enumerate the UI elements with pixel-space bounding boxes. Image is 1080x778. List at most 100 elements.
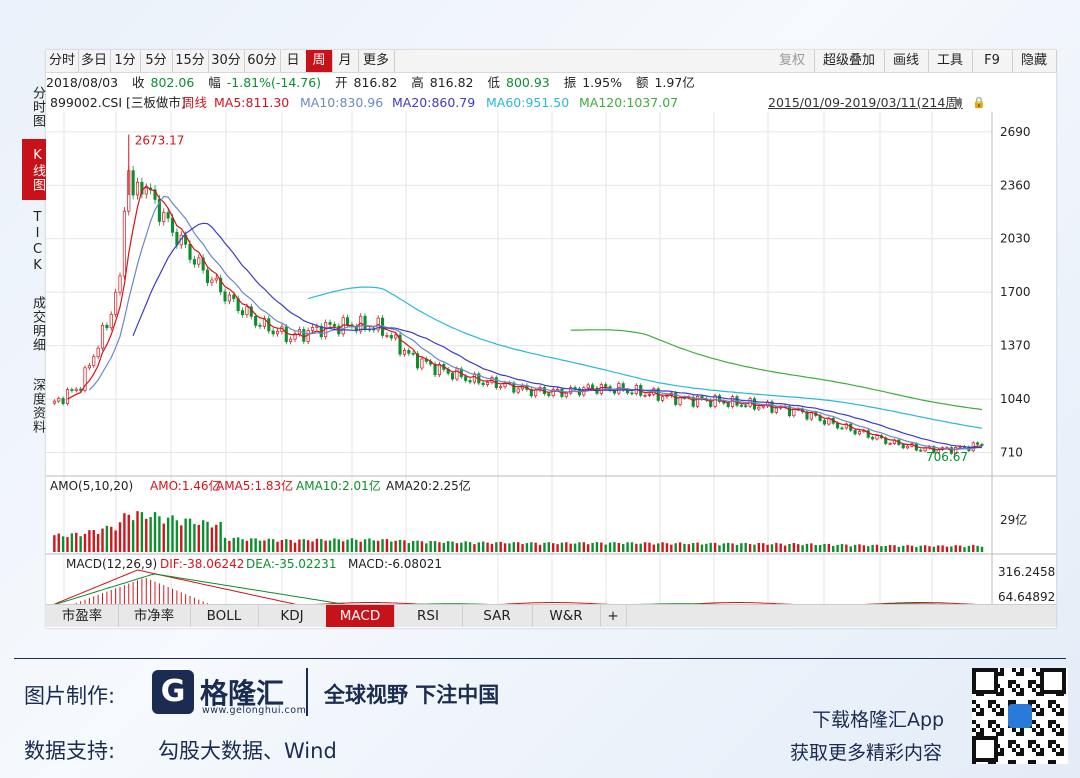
- qr-module: [1008, 700, 1012, 704]
- period-tab-3[interactable]: 5分: [140, 50, 173, 72]
- tool-button-5[interactable]: 隐藏: [1012, 50, 1057, 72]
- info-low: 800.93: [506, 75, 550, 90]
- candle-body-166: [774, 407, 778, 413]
- amo-bar-25: [158, 516, 161, 552]
- amo-bar-176: [818, 545, 822, 552]
- amo-bar-140: [661, 542, 664, 552]
- left-nav-item-2[interactable]: TICK: [22, 202, 46, 282]
- period-tab-9[interactable]: 月: [332, 50, 359, 72]
- amo-bar-105: [508, 543, 511, 552]
- info-date: 2018/08/03: [46, 75, 119, 90]
- amo-bar-174: [810, 543, 813, 552]
- period-tab-1[interactable]: 多日: [78, 50, 111, 72]
- qr-module: [1036, 704, 1040, 708]
- qr-module: [1016, 752, 1020, 756]
- indicator-tab-0[interactable]: 市盈率: [46, 605, 119, 627]
- date-range[interactable]: 2015/01/09-2019/03/11(214周): [768, 94, 963, 112]
- qr-module: [1016, 684, 1020, 688]
- amo-bar-133: [630, 542, 634, 552]
- qr-module: [1060, 728, 1064, 732]
- indicator-tab-3[interactable]: KDJ: [258, 605, 327, 627]
- annotation-high: 2673.17: [135, 134, 185, 148]
- qr-module: [976, 732, 980, 736]
- candle-body-81: [402, 350, 406, 355]
- amo-bar-53: [280, 539, 284, 552]
- period-tab-6[interactable]: 60分: [244, 50, 281, 72]
- candle-body-107: [516, 388, 520, 393]
- candle-body-127: [604, 384, 608, 387]
- range-dropdown-icon[interactable]: ▼: [954, 94, 962, 112]
- tool-button-2[interactable]: 画线: [884, 50, 929, 72]
- candle-body-68: [345, 317, 350, 326]
- period-tab-8[interactable]: 周: [306, 50, 333, 72]
- left-nav-item-4[interactable]: 深度资料: [22, 366, 46, 446]
- qr-code-icon: [972, 668, 1068, 764]
- candle-body-177: [822, 420, 827, 425]
- qr-module: [1056, 744, 1060, 748]
- amo-bar-151: [709, 542, 712, 552]
- brand-logo-icon: G: [152, 670, 194, 714]
- period-tab-7[interactable]: 日: [280, 50, 307, 72]
- amo-bar-125: [595, 542, 599, 552]
- qr-module: [1012, 700, 1016, 704]
- period-tab-10[interactable]: 更多: [358, 50, 395, 72]
- candle-body-58: [302, 329, 306, 342]
- amo-bar-83: [411, 541, 415, 552]
- candle-body-137: [647, 393, 652, 396]
- period-tab-4[interactable]: 15分: [172, 50, 209, 72]
- indicator-tab-5[interactable]: RSI: [394, 605, 463, 627]
- qr-module: [1036, 752, 1040, 756]
- qr-module: [1008, 740, 1012, 744]
- amo-bar-186: [862, 545, 866, 552]
- period-tab-0[interactable]: 分时: [46, 50, 79, 72]
- ma10-value: MA10:830.96: [300, 95, 384, 110]
- amo-bar-134: [635, 543, 638, 552]
- amo-bar-103: [499, 541, 502, 552]
- tool-button-3[interactable]: 工具: [928, 50, 973, 72]
- amo-bar-71: [359, 541, 362, 552]
- amo-bar-97: [473, 544, 476, 552]
- indicator-tab-6[interactable]: SAR: [462, 605, 533, 627]
- amo-bar-109: [525, 543, 529, 552]
- tool-button-1[interactable]: 超级叠加: [814, 50, 885, 72]
- left-nav-item-3[interactable]: 成交明细: [22, 284, 46, 364]
- qr-module: [976, 724, 980, 728]
- qr-module: [1012, 668, 1016, 672]
- amo-bar-45: [245, 540, 249, 552]
- candle-body-118: [564, 392, 568, 397]
- info-amp: 1.95%: [582, 75, 622, 90]
- candle-body-144: [678, 397, 682, 405]
- period-tab-5[interactable]: 30分: [208, 50, 245, 72]
- amo-bar-155: [727, 542, 730, 552]
- amo-bar-168: [783, 545, 787, 552]
- candle-body-33: [192, 259, 196, 265]
- amo-bar-169: [788, 543, 791, 552]
- indicator-tab-7[interactable]: W&R: [532, 605, 601, 627]
- chart-window: 分时 多日 1分 5分 15分 30分 60分日周月更多 复权 超级叠加 画线 工具 F9 隐藏 201…: [46, 50, 1057, 628]
- y-tick-label-0: 2690: [1000, 125, 1031, 139]
- info-low-label: 低: [487, 75, 501, 90]
- amo-bar-19: [131, 520, 135, 552]
- amo-bar-4: [66, 537, 69, 552]
- lock-icon[interactable]: 🔒: [972, 94, 986, 112]
- macd-legend-2: DEA:-35.02231: [246, 557, 336, 571]
- amo-bar-50: [267, 538, 270, 552]
- amo-bar-172: [801, 545, 804, 552]
- candle-body-41: [227, 294, 231, 302]
- amo-bar-107: [516, 542, 520, 552]
- left-nav-item-1[interactable]: K线图: [22, 139, 46, 200]
- qr-module: [976, 712, 980, 716]
- tool-button-0[interactable]: 复权: [770, 50, 815, 72]
- indicator-tab-8[interactable]: +: [600, 605, 627, 627]
- left-nav-item-0[interactable]: 分时图: [22, 76, 46, 137]
- candle-body-181: [840, 427, 844, 430]
- candle-body-103: [499, 386, 503, 389]
- amo-bar-131: [622, 544, 625, 552]
- period-tab-2[interactable]: 1分: [110, 50, 141, 72]
- indicator-tab-4[interactable]: MACD: [326, 605, 395, 627]
- amo-bar-160: [748, 544, 752, 552]
- indicator-tab-2[interactable]: BOLL: [190, 605, 259, 627]
- tool-button-4[interactable]: F9: [972, 50, 1013, 72]
- indicator-tab-1[interactable]: 市净率: [118, 605, 191, 627]
- amo-bar-182: [845, 544, 848, 552]
